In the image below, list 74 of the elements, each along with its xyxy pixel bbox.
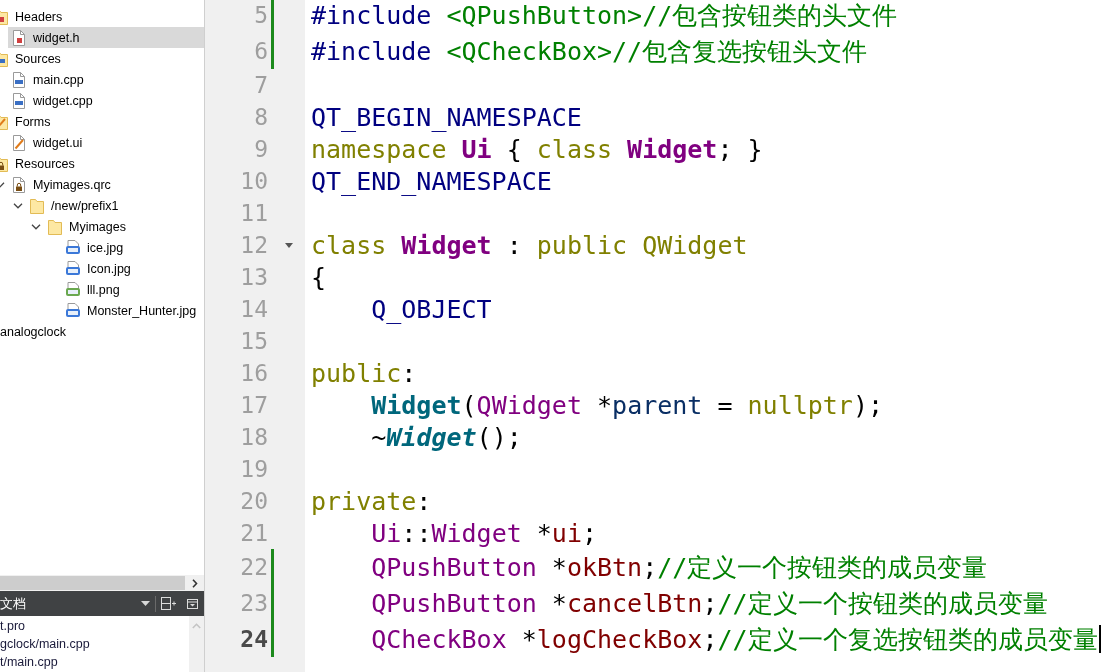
document-item[interactable]: t.pro	[0, 617, 189, 635]
line-number: 15	[239, 327, 268, 356]
line-number: 21	[239, 519, 268, 548]
tree-item[interactable]: Myimages.qrc	[8, 174, 204, 195]
line-number: 19	[239, 455, 268, 484]
pencil-file-icon	[12, 134, 26, 151]
code-line: QPushButton *cancelBtn;//定义一个按钮类的成员变量	[371, 587, 1048, 620]
vertical-scrollbar[interactable]	[189, 616, 204, 672]
fold-arrow-icon[interactable]	[285, 242, 293, 248]
code-line: private:	[311, 486, 432, 516]
line-number: 10	[239, 167, 268, 196]
tree-item[interactable]: Sources	[0, 48, 204, 69]
line-number: 23	[239, 589, 268, 618]
code-line: namespace Ui { class Widget; }	[311, 134, 763, 164]
tree-item[interactable]: lll.png	[62, 279, 204, 300]
line-number: 6	[253, 37, 268, 66]
scrollbar-thumb[interactable]	[0, 576, 185, 590]
line-number: 22	[239, 553, 268, 582]
image-file-icon	[66, 239, 80, 256]
document-item[interactable]: gclock/main.cpp	[0, 635, 189, 653]
document-item[interactable]: t/main.cpp	[0, 653, 189, 671]
line-number: 18	[239, 423, 268, 452]
tree-item[interactable]: Forms	[0, 111, 204, 132]
tree-item[interactable]: widget.cpp	[8, 90, 204, 111]
line-number: 12	[239, 231, 268, 260]
line-number: 7	[253, 71, 268, 100]
scroll-right-icon[interactable]	[191, 578, 198, 588]
split-add-icon[interactable]	[161, 597, 176, 610]
tree-item[interactable]: widget.ui	[8, 132, 204, 153]
horizontal-scrollbar[interactable]	[0, 575, 204, 591]
code-line: Ui::Widget *ui;	[371, 518, 598, 548]
code-line: #include <QPushButton>//包含按钮类的头文件	[311, 0, 898, 32]
code-line: QPushButton *okBtn;//定义一个按钮类的成员变量	[371, 551, 988, 584]
tree-item[interactable]: Resources	[0, 153, 204, 174]
code-line: Q_OBJECT	[371, 294, 492, 324]
tree-item[interactable]: Icon.jpg	[62, 258, 204, 279]
file-icon	[12, 92, 26, 109]
code-line: class Widget : public QWidget	[311, 230, 748, 260]
code-line: {	[311, 262, 327, 292]
lock-file-icon	[12, 176, 26, 193]
code-line: public:	[311, 358, 417, 388]
line-number: 9	[253, 135, 268, 164]
tree-item[interactable]: Myimages	[44, 216, 204, 237]
file-icon	[12, 71, 26, 88]
tree-item[interactable]: widget.h	[8, 27, 204, 48]
line-number: 5	[253, 1, 268, 30]
tree-item[interactable]: analogclock	[0, 321, 204, 342]
line-number: 20	[239, 487, 268, 516]
line-number: 17	[239, 391, 268, 420]
line-number: 24	[239, 625, 268, 654]
panel-title: 文档	[0, 594, 26, 613]
code-line: QCheckBox *logCheckBox;//定义一个复选按钮类的成员变量	[371, 623, 1098, 656]
code-line: ~Widget();	[371, 422, 522, 452]
image-file-icon	[66, 281, 80, 298]
image-file-icon	[66, 260, 80, 277]
tree-item[interactable]: ice.jpg	[62, 237, 204, 258]
line-number: 11	[239, 199, 268, 228]
code-line: QT_BEGIN_NAMESPACE	[311, 102, 582, 132]
folder-icon	[48, 218, 62, 235]
folder-icon	[30, 197, 44, 214]
code-line: #include <QCheckBox>//包含复选按钮头文件	[311, 35, 868, 68]
image-file-icon	[66, 302, 80, 319]
dropdown-arrow-icon[interactable]	[141, 601, 150, 606]
code-line: QT_END_NAMESPACE	[311, 166, 552, 196]
file-icon	[12, 29, 26, 46]
line-number: 16	[239, 359, 268, 388]
line-number: 13	[239, 263, 268, 292]
tree-item[interactable]: /new/prefix1	[26, 195, 204, 216]
tree-item[interactable]: main.cpp	[8, 69, 204, 90]
line-number: 14	[239, 295, 268, 324]
line-number: 8	[253, 103, 268, 132]
tree-item[interactable]: Monster_Hunter.jpg	[62, 300, 204, 321]
tree-item[interactable]: Headers	[0, 6, 204, 27]
code-line: Widget(QWidget *parent = nullptr);	[371, 390, 883, 420]
